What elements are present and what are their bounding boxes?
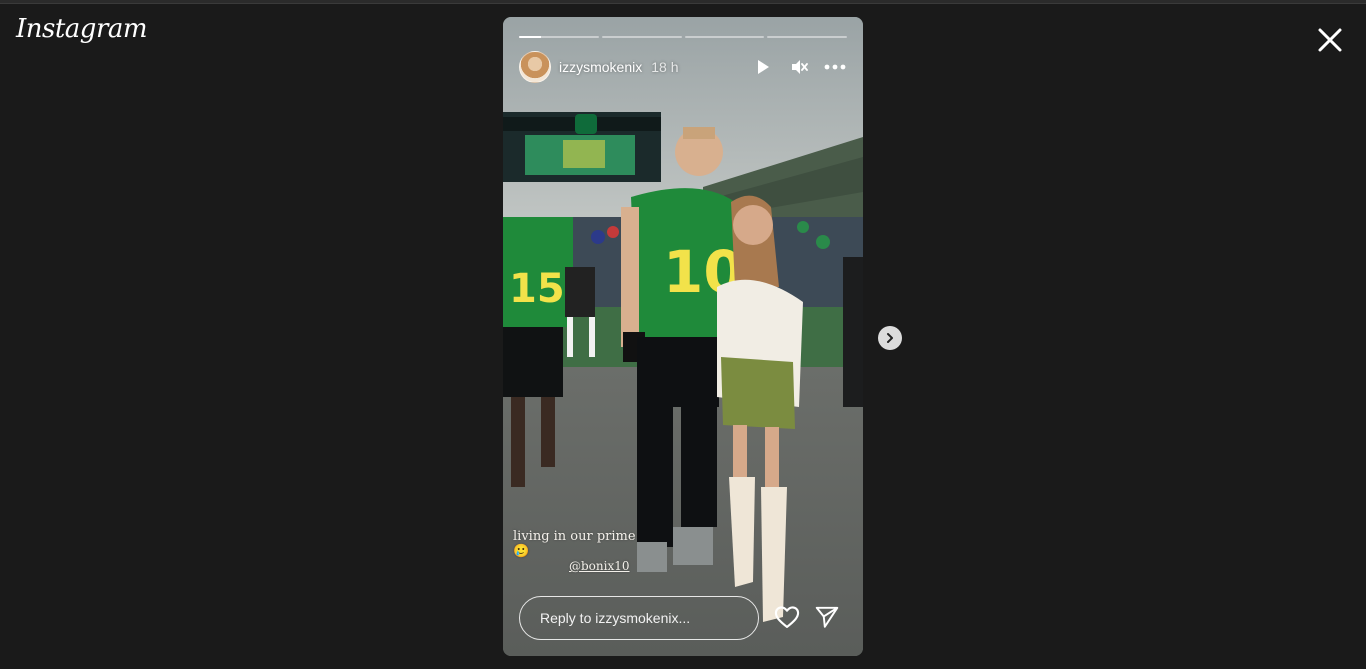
muted-speaker-icon xyxy=(792,60,808,74)
more-options-icon xyxy=(824,64,846,70)
play-button[interactable] xyxy=(751,55,775,79)
story-viewer[interactable]: 15 10 izzysmokenix 18 h living in our pr… xyxy=(503,17,863,656)
caption-text: living in our prime 🥲 xyxy=(513,529,636,559)
progress-segment xyxy=(767,36,847,38)
close-icon xyxy=(1318,28,1342,52)
progress-segment xyxy=(601,36,682,38)
browser-top-edge xyxy=(0,0,1366,4)
share-button[interactable] xyxy=(814,604,840,630)
close-story-button[interactable] xyxy=(1314,24,1346,56)
progress-segment-fill xyxy=(519,36,542,38)
heart-icon xyxy=(774,606,800,628)
instagram-logo[interactable]: Instagram xyxy=(16,14,148,44)
progress-segment xyxy=(684,36,765,38)
mute-button[interactable] xyxy=(787,55,811,79)
story-controls xyxy=(751,55,847,79)
story-caption: living in our prime 🥲 @bonix10 xyxy=(513,529,643,574)
avatar[interactable] xyxy=(519,51,551,83)
chevron-right-icon xyxy=(887,333,893,343)
play-icon xyxy=(758,60,769,74)
caption-mention[interactable]: @bonix10 xyxy=(569,559,643,574)
svg-text:15: 15 xyxy=(509,266,565,312)
paper-plane-icon xyxy=(815,606,839,628)
story-timestamp: 18 h xyxy=(651,59,679,75)
progress-segment xyxy=(519,36,599,38)
story-username[interactable]: izzysmokenix xyxy=(559,59,642,75)
next-story-button[interactable] xyxy=(878,326,902,350)
reply-input[interactable] xyxy=(519,596,759,640)
story-header: izzysmokenix 18 h xyxy=(519,51,847,83)
like-button[interactable] xyxy=(773,603,801,631)
story-progress-bar xyxy=(519,36,847,38)
more-options-button[interactable] xyxy=(823,55,847,79)
